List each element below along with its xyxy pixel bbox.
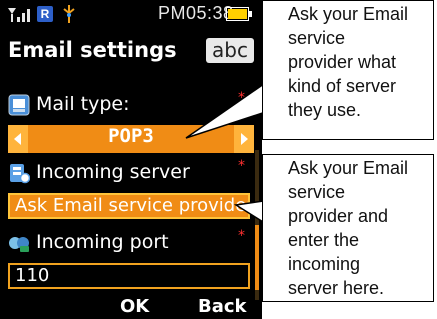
phone-screen: R PM05:38 Email settings abc Mail type: … xyxy=(0,0,262,319)
callout-line: provider what xyxy=(288,52,397,72)
status-time: PM05:38 xyxy=(158,3,234,23)
callout-incoming-server: Ask your Email service provider and ente… xyxy=(262,154,434,302)
antenna-icon xyxy=(63,5,75,23)
callout-mail-type: Ask your Email service provider what kin… xyxy=(262,0,434,140)
incoming-port-input[interactable]: 110 xyxy=(8,263,250,289)
callout-line: server here. xyxy=(288,278,385,298)
page-title: Email settings xyxy=(8,38,177,62)
callout-line: they use. xyxy=(288,100,362,120)
callout-line: service xyxy=(288,182,346,202)
mail-type-selector[interactable]: POP3 xyxy=(8,125,254,153)
battery-icon xyxy=(226,7,252,21)
mail-type-label: Mail type: xyxy=(36,93,130,115)
callout-line: provider and xyxy=(288,206,389,226)
callout-line: kind of server xyxy=(288,76,397,96)
arrow-right-icon xyxy=(241,133,248,145)
right-arrow-button[interactable] xyxy=(234,125,254,153)
server-icon xyxy=(10,164,30,184)
roaming-icon: R xyxy=(37,6,53,22)
arrow-left-icon xyxy=(14,133,21,145)
required-marker: * xyxy=(238,90,245,106)
input-mode-indicator[interactable]: abc xyxy=(206,38,254,63)
status-bar: R PM05:38 xyxy=(0,0,262,27)
callout-line: Ask your Email xyxy=(288,158,409,178)
port-icon xyxy=(9,237,29,252)
back-softkey[interactable]: Back xyxy=(198,296,247,317)
left-arrow-button[interactable] xyxy=(8,125,28,153)
callout-line: enter the xyxy=(288,230,360,250)
callout-line: incoming xyxy=(288,254,361,274)
incoming-port-label: Incoming port xyxy=(36,231,169,253)
callout-line: service xyxy=(288,28,346,48)
required-marker: * xyxy=(238,228,245,244)
mail-type-icon xyxy=(8,94,30,116)
mail-type-value: POP3 xyxy=(108,125,154,147)
scrollbar-thumb[interactable] xyxy=(255,225,259,290)
incoming-server-input[interactable]: Ask Email service provider xyxy=(8,193,250,219)
signal-icon xyxy=(8,8,30,22)
incoming-server-label: Incoming server xyxy=(36,161,190,183)
ok-softkey[interactable]: OK xyxy=(120,296,149,317)
callout-line: Ask your Email xyxy=(288,4,409,24)
required-marker: * xyxy=(238,158,245,174)
